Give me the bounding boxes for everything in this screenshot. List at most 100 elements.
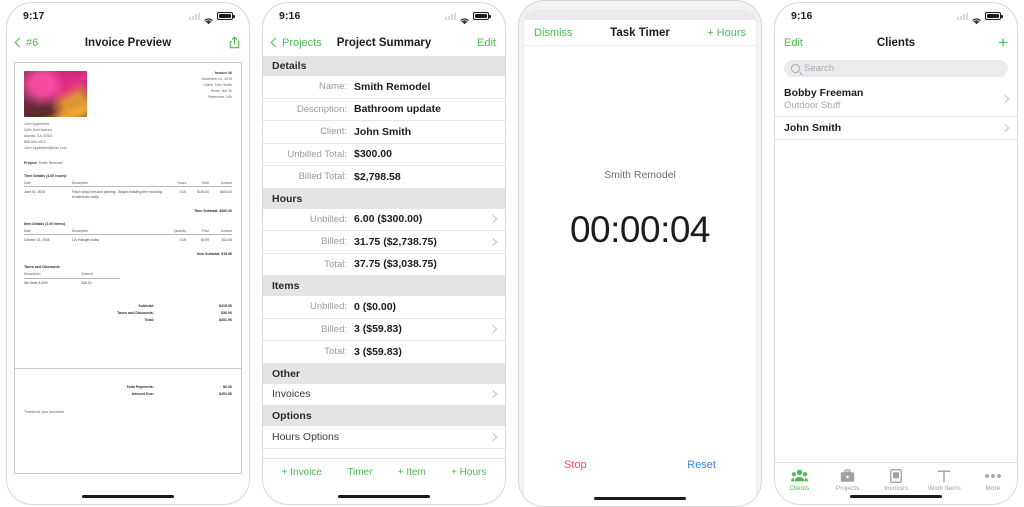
td-date: June 02, 2008 [24,189,45,194]
nav-bar: Projects Project Summary Edit [263,29,505,56]
signal-icon [189,12,200,20]
phone-shell: Dismiss Task Timer + Hours Smith Remodel… [518,0,762,507]
wifi-icon [971,12,982,25]
home-indicator [850,494,942,498]
payments-row: Total Payments: $0.00 [24,383,233,390]
row-value: 6.00 ($300.00) [354,213,423,226]
back-label: Projects [282,36,322,49]
list-item[interactable]: John Smith [775,117,1017,140]
add-hours-label: + Hours [707,26,746,39]
row-hours-options[interactable]: Hours Options [263,426,505,449]
timer-body: Smith Remodel 00:00:04 Stop Reset [524,46,756,505]
search-input[interactable]: Search [784,60,1008,77]
tab-label: More [985,485,1001,492]
nav-bar: #6 Invoice Preview [7,29,249,56]
chevron-left-icon [14,37,25,48]
back-button-projects[interactable]: Projects [270,36,322,49]
add-hours-button[interactable]: + Hours [451,467,486,478]
timer-button[interactable]: Timer [347,467,372,478]
project-value: Smith Remodel [38,160,63,165]
sheet-grabber[interactable] [524,11,756,20]
row-items-total[interactable]: Total: 3 ($59.83) [263,341,505,364]
td-description: Finish Wood trim and painting - Began in… [71,189,163,199]
row-label: Billed: [321,323,347,335]
row-hours-billed[interactable]: Billed: 31.75 ($2,738.75) [263,231,505,254]
invoice-payments: Total Payments: $0.00 Amount Due: $451.9… [24,383,233,397]
chevron-right-icon [1000,123,1010,133]
tab-invoices[interactable]: Invoices [872,468,920,492]
tab-work-items[interactable]: Work Items [920,468,968,492]
tab-label: Clients [789,485,810,492]
edit-label: Edit [784,36,803,49]
client-name: John Smith [784,122,842,134]
td-amount: $15.96 [221,237,232,242]
row-value: 0 ($0.00) [354,300,397,313]
table-row: WA State 8.00% $36.00 [24,278,120,288]
chevron-left-icon [270,37,281,48]
hammer-icon [937,468,952,483]
add-item-button[interactable]: + Item [398,467,426,478]
invoice-totals: Subtotal: $415.96 Taxes and Discounts: $… [24,302,232,324]
row-description[interactable]: Description: Bathroom update [263,98,505,121]
search-placeholder: Search [804,63,835,74]
back-button[interactable]: #6 [14,37,38,49]
row-name[interactable]: Name: Smith Remodel [263,76,505,99]
time-subtotal: Time Subtotal: $400.00 [194,208,232,213]
row-invoices[interactable]: Invoices [263,383,505,406]
subtotal-value: $415.96 [219,303,232,308]
document-icon [890,468,902,483]
timer-project-name: Smith Remodel [604,169,676,181]
section-header-other: Other [263,363,505,384]
td-amount: $36.00 [81,281,92,286]
totals-row: Subtotal: $415.96 [24,302,232,309]
invoice-client: Client: John Smith [203,82,232,87]
edit-button[interactable]: Edit [477,37,496,49]
row-label: Billed Total: [298,171,347,183]
edit-button[interactable]: Edit [784,37,803,49]
row-items-billed[interactable]: Billed: 3 ($59.83) [263,318,505,341]
add-hours-button[interactable]: + Hours [707,27,746,39]
row-hours-unbilled[interactable]: Unbilled: 6.00 ($300.00) [263,208,505,231]
battery-icon [473,12,491,20]
row-label: Unbilled: [310,213,347,225]
total-payments-value: $0.00 [223,384,232,389]
tab-label: Work Items [928,485,961,492]
row-value: 3 ($59.83) [354,323,402,336]
status-time: 9:16 [791,10,813,22]
row-hours-total[interactable]: Total: 37.75 ($3,038.75) [263,253,505,276]
status-bar: 9:16 [775,3,1017,29]
row-unbilled-total[interactable]: Unbilled Total: $300.00 [263,143,505,166]
item-subtotal: Item Subtotal: $15.96 [196,252,232,257]
dismiss-button[interactable]: Dismiss [534,27,573,39]
add-client-button[interactable]: + [998,34,1008,51]
share-button[interactable] [229,36,240,49]
td-description: WA State 8.00% [24,281,48,286]
list-item[interactable]: Bobby Freeman Outdoor Stuff [775,82,1017,117]
payments-row: Amount Due: $451.96 [24,390,232,397]
row-billed-total[interactable]: Billed Total: $2,798.58 [263,166,505,189]
reset-button[interactable]: Reset [687,459,716,471]
row-items-unbilled[interactable]: Unbilled: 0 ($0.00) [263,296,505,319]
page-title: Invoice Preview [84,36,172,49]
briefcase-icon [840,468,855,483]
time-details-heading: Time Details (4.00 hours) [24,173,67,178]
row-client[interactable]: Client: John Smith [263,121,505,144]
screenshot-stage: 9:17 #6 Invoice Preview Invoice #6 Novem… [0,0,1024,507]
invoice-project-line: Project: Smith Remodel [24,161,232,165]
tab-clients[interactable]: Clients [775,468,823,492]
add-invoice-button[interactable]: + Invoice [282,467,322,478]
search-icon [791,64,800,73]
row-label: Total: [324,258,347,270]
tab-projects[interactable]: Projects [823,468,871,492]
tab-more[interactable]: More [969,468,1017,492]
wifi-icon [203,12,214,25]
client-name: Bobby Freeman [784,87,864,99]
invoice-document[interactable]: Invoice #6 November 01, 2019 Client: Joh… [7,56,249,474]
chevron-right-icon [488,325,498,334]
battery-icon [217,12,235,20]
dismiss-label: Dismiss [534,26,573,39]
table-row: October 15, 2008 12v Halogen bulbs 4.00 … [24,235,232,245]
timer-modal-sheet: Dismiss Task Timer + Hours Smith Remodel… [524,11,756,506]
stop-button[interactable]: Stop [564,459,587,471]
table-row: June 02, 2008 Finish Wood trim and paint… [24,187,232,202]
